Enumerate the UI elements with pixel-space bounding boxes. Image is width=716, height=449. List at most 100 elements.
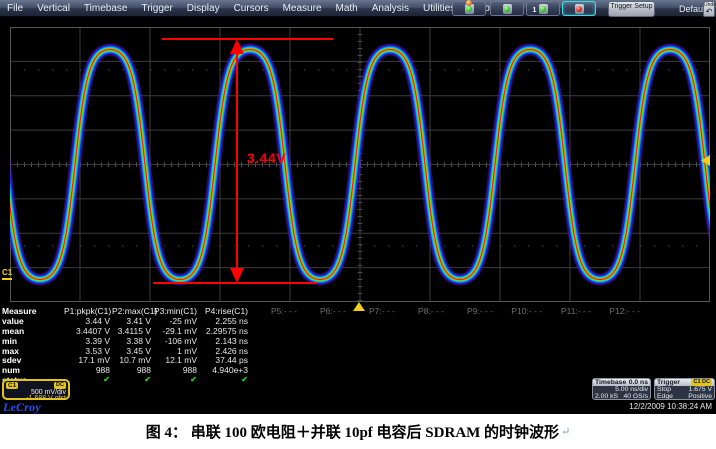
measure-cell: 10.7 mV [112,355,153,365]
measure-cell: 3.45 V [112,346,153,356]
channel-position-marker[interactable]: C1 [2,268,12,280]
measure-cell [397,336,446,346]
measure-cell [397,355,446,365]
measure-column-header[interactable]: P2:max(C1) [112,306,153,316]
measure-cell: 988 [153,365,199,375]
measure-cell [593,365,642,375]
measure-cell: 12.1 mV [153,355,199,365]
status-check-icon [495,375,544,385]
measure-row-label: sdev [2,355,64,365]
measure-cell [446,365,495,375]
waveform-display[interactable] [10,27,710,302]
measure-cell [495,326,544,336]
timebase-descriptor-box[interactable]: Timebase 0.0 ns 5.00 ns/div 2.00 kS 40 G… [592,378,651,400]
channel-descriptor-box[interactable]: C1 DC 500 mV/div -1.688 V ofst [2,379,70,400]
menu-item-analysis[interactable]: Analysis [365,3,416,14]
measure-cell: 3.4407 V [64,326,112,336]
measure-cell: 37.44 ps [199,355,250,365]
paragraph-mark: ↵ [561,425,570,438]
menu-item-math[interactable]: Math [329,3,365,14]
measure-cell [250,355,299,365]
timebase-samples: 2.00 kS [595,393,618,400]
measure-cell: -25 mV [153,316,199,326]
measure-cell [348,336,397,346]
measure-column-header[interactable]: P3:min(C1) [153,306,199,316]
measure-column-header[interactable]: P4:rise(C1) [199,306,250,316]
measure-cell [544,316,593,326]
measure-cell: -106 mV [153,336,199,346]
measure-column-header[interactable]: P1:pkpk(C1) [64,306,112,316]
measure-cell: 3.53 V [64,346,112,356]
measure-cell: 2.143 ns [199,336,250,346]
menu-item-vertical[interactable]: Vertical [30,3,77,14]
datetime-label: 12/2/2009 10:38:24 AM [629,402,712,411]
measure-cell [397,365,446,375]
measure-cell: 1 mV [153,346,199,356]
undo-arrow-icon: ↶ [704,8,714,15]
menu-item-file[interactable]: File [0,3,30,14]
measure-column-header[interactable]: P7:- - - [348,306,397,316]
trigger-setup-button[interactable]: Trigger Setup [608,1,655,17]
status-check-icon [446,375,495,385]
measure-cell [446,336,495,346]
measure-cell [299,365,348,375]
normal-trigger-button[interactable] [490,1,524,16]
pkpk-annotation [153,39,333,283]
measure-row-label: value [2,316,64,326]
measure-cell [544,365,593,375]
single-trigger-button[interactable]: 1 [526,1,560,16]
trigger-level: 1.675 V [689,386,712,393]
timebase-label: Timebase [595,379,626,386]
measure-cell [446,346,495,356]
measure-column-header[interactable]: P8:- - - [397,306,446,316]
menu-item-display[interactable]: Display [180,3,227,14]
measure-cell [299,336,348,346]
measure-cell [495,336,544,346]
normal-trigger-icon [503,4,512,14]
oscilloscope-screenshot: FileVerticalTimebaseTriggerDisplayCursor… [0,0,716,414]
auto-trigger-button[interactable] [452,1,486,16]
measure-cell [348,355,397,365]
measure-cell [593,346,642,356]
measure-table: MeasureP1:pkpk(C1)P2:max(C1)P3:min(C1)P4… [2,306,642,385]
measure-cell [544,336,593,346]
measure-cell: 3.4115 V [112,326,153,336]
measure-column-header[interactable]: P10:- - - [495,306,544,316]
coupling-chip: DC [54,382,66,389]
measure-cell: -29.1 mV [153,326,199,336]
undo-button[interactable]: Undo ↶ [703,1,715,17]
trigger-type: Edge [657,393,673,400]
measure-cell [348,365,397,375]
measure-row-label: max [2,346,64,356]
measure-cell [250,316,299,326]
measure-column-header[interactable]: P5:- - - [250,306,299,316]
stop-trigger-icon [575,4,584,14]
menu-item-cursors[interactable]: Cursors [227,3,276,14]
grid-svg [10,27,710,302]
menu-item-measure[interactable]: Measure [276,3,329,14]
measure-column-header[interactable]: P6:- - - [299,306,348,316]
measure-cell [593,316,642,326]
measure-cell [397,326,446,336]
trigger-label: Trigger [657,379,680,386]
measure-corner-label: Measure [2,306,64,316]
measure-cell: 2.29575 ns [199,326,250,336]
stop-trigger-button[interactable] [562,1,596,16]
document-page: FileVerticalTimebaseTriggerDisplayCursor… [0,0,716,449]
measure-cell: 17.1 mV [64,355,112,365]
trigger-descriptor-box[interactable]: Trigger C1 DC Stop 1.675 V Edge Positive [654,378,715,400]
measure-column-header[interactable]: P9:- - - [446,306,495,316]
measure-cell [299,346,348,356]
measure-cell [446,355,495,365]
measure-column-header[interactable]: P11:- - - [544,306,593,316]
measure-cell [593,355,642,365]
measure-cell [348,346,397,356]
timebase-delay: 0.0 ns [629,379,648,386]
trigger-mode: Stop [657,386,671,393]
menu-item-timebase[interactable]: Timebase [77,3,135,14]
measure-cell: 2.426 ns [199,346,250,356]
menu-item-trigger[interactable]: Trigger [134,3,179,14]
measure-cell: 3.38 V [112,336,153,346]
measure-column-header[interactable]: P12:- - - [593,306,642,316]
status-check-icon: ✔ [199,375,250,385]
